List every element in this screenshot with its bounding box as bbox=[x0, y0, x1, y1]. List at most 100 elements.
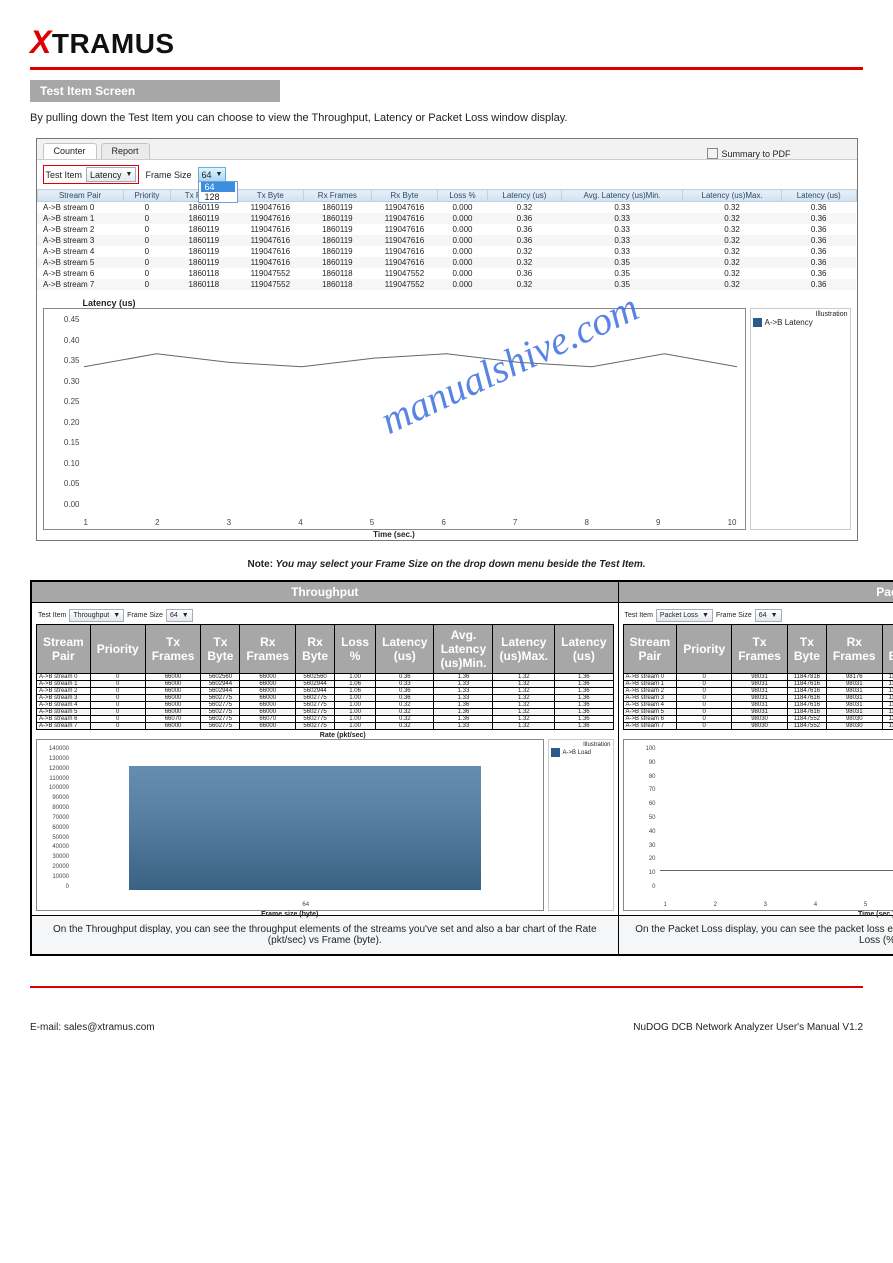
loss-series-line bbox=[660, 870, 893, 871]
column-header: Stream Pair bbox=[37, 190, 123, 202]
table-row: A->B stream 2018601191190476161860119119… bbox=[37, 224, 856, 235]
column-header: Tx Byte bbox=[237, 190, 304, 202]
column-header: Tx Byte bbox=[787, 625, 826, 674]
frame-size-select[interactable]: 64▼ bbox=[755, 609, 782, 622]
frame-size-select[interactable]: 64▼ bbox=[198, 167, 227, 182]
table-row: A->B stream 1018601191190476161860119119… bbox=[37, 213, 856, 224]
column-header: Priority bbox=[123, 190, 171, 202]
chart-legend: Illustration A->B Latency bbox=[750, 308, 851, 530]
column-header: Stream Pair bbox=[37, 625, 91, 674]
table-row: A->B stream 5098031118476169803111847514… bbox=[623, 709, 893, 716]
column-header: Latency (us) bbox=[376, 625, 434, 674]
chevron-down-icon: ▼ bbox=[216, 171, 223, 178]
table-row: A->B stream 6098030118475529803011847552… bbox=[623, 716, 893, 723]
column-header: Latency (us)Max. bbox=[493, 625, 555, 674]
latency-table: Stream PairPriorityTx FramesTx ByteRx Fr… bbox=[37, 189, 857, 290]
packet-loss-chart: 1009080706050403020100 12345678910 Time … bbox=[623, 739, 893, 911]
table-row: A->B stream 0018601191190476161860119119… bbox=[37, 202, 856, 214]
column-header: Avg. Latency (us)Min. bbox=[434, 625, 493, 674]
chart-title: Latency (us) bbox=[83, 298, 851, 308]
frame-size-select[interactable]: 64▼ bbox=[166, 609, 193, 622]
table-row: A->B stream 3098031118476169803111847616… bbox=[623, 695, 893, 702]
table-row: A->B stream 306600056027756600056027751.… bbox=[37, 695, 614, 702]
table-row: A->B stream 006600056025606600056025601.… bbox=[37, 674, 614, 681]
column-header: Loss % bbox=[438, 190, 487, 202]
table-row: A->B stream 7098030118475529803011847552… bbox=[623, 723, 893, 730]
chart-title: Rate (pkt/sec) bbox=[72, 732, 614, 739]
test-item-select[interactable]: Throughput▼ bbox=[69, 609, 124, 622]
table-row: A->B stream 506600056027756600056027751.… bbox=[37, 709, 614, 716]
table-row: A->B stream 406600056027756600056027751.… bbox=[37, 702, 614, 709]
chart-legend: Illustration A->B Load bbox=[548, 739, 614, 911]
test-item-select[interactable]: Latency▼ bbox=[86, 167, 136, 182]
column-header: Tx Frames bbox=[145, 625, 201, 674]
summary-to-pdf[interactable]: Summary to PDF bbox=[707, 148, 790, 159]
column-header: Avg. Latency (us)Min. bbox=[562, 190, 683, 202]
latency-panel: Counter Report Summary to PDF Test Item … bbox=[36, 138, 858, 541]
column-header: Loss % bbox=[335, 625, 376, 674]
throughput-table: Stream PairPriorityTx FramesTx ByteRx Fr… bbox=[36, 624, 614, 730]
test-item-highlight: Test Item Latency▼ bbox=[43, 165, 140, 184]
comparison-grid: Throughput Packet Loss Test Item Through… bbox=[30, 580, 893, 956]
tab-counter[interactable]: Counter bbox=[43, 143, 97, 159]
table-row: A->B stream 4098031118476169803111847904… bbox=[623, 702, 893, 709]
footer-email: E-mail: sales@xtramus.com bbox=[30, 1022, 155, 1033]
frame-size-note: Note: You may select your Frame Size on … bbox=[30, 559, 863, 570]
bar-64 bbox=[129, 766, 481, 890]
table-row: A->B stream 706600056027756600056027751.… bbox=[37, 723, 614, 730]
throughput-desc: On the Throughput display, you can see t… bbox=[31, 916, 618, 956]
chevron-down-icon: ▼ bbox=[126, 171, 133, 178]
column-header: Tx Byte bbox=[201, 625, 240, 674]
throughput-panel: Test Item Throughput▼ Frame Size 64▼ Str… bbox=[32, 603, 618, 915]
table-row: A->B stream 7018601181190475521860118119… bbox=[37, 279, 856, 290]
footer-rule bbox=[30, 986, 863, 988]
packet-loss-desc: On the Packet Loss display, you can see … bbox=[618, 916, 893, 956]
column-header: Rx Frames bbox=[240, 625, 296, 674]
section-desc: By pulling down the Test Item you can ch… bbox=[30, 112, 863, 124]
column-header: Rx Frames bbox=[304, 190, 372, 202]
table-row: A->B stream 206600056029446600056029441.… bbox=[37, 688, 614, 695]
table-row: A->B stream 606607056027756607056027751.… bbox=[37, 716, 614, 723]
packet-loss-panel: Test Item Packet Loss▼ Frame Size 64▼ St… bbox=[619, 603, 893, 915]
brand-logo: XTRAMUS bbox=[30, 24, 863, 61]
throughput-chart: 1400001300001200001100001000009000080000… bbox=[36, 739, 544, 911]
column-header: Stream Pair bbox=[623, 625, 677, 674]
column-header: Latency (us)Max. bbox=[683, 190, 782, 202]
table-row: A->B stream 3018601191190476161860119119… bbox=[37, 235, 856, 246]
header-rule bbox=[30, 67, 863, 70]
tab-report[interactable]: Report bbox=[101, 143, 150, 159]
column-header: Rx Byte bbox=[296, 625, 335, 674]
footer-title: NuDOG DCB Network Analyzer User's Manual… bbox=[633, 1022, 863, 1033]
table-row: A->B stream 2098031118476169803111847904… bbox=[623, 688, 893, 695]
chart-title: Packet Loss (%) bbox=[659, 732, 893, 739]
column-header: Priority bbox=[90, 625, 145, 674]
test-item-label: Test Item bbox=[46, 170, 83, 180]
column-header: Rx Byte bbox=[371, 190, 438, 202]
table-row: A->B stream 1098031118476169803111847516… bbox=[623, 681, 893, 688]
packet-loss-table: Stream PairPriorityTx FramesTx ByteRx Fr… bbox=[623, 624, 893, 730]
page-footer: E-mail: sales@xtramus.com NuDOG DCB Netw… bbox=[30, 1022, 863, 1033]
x-axis-label: Time (sec.) bbox=[373, 530, 415, 539]
tabbar: Counter Report Summary to PDF bbox=[37, 139, 857, 160]
column-header: Rx Frames bbox=[826, 625, 882, 674]
table-row: A->B stream 6018601181190475521860118119… bbox=[37, 268, 856, 279]
checkbox-icon[interactable] bbox=[707, 148, 718, 159]
latency-chart: 0.450.400.350.300.250.200.150.100.050.00… bbox=[43, 308, 746, 530]
column-header: Tx Frames bbox=[732, 625, 788, 674]
table-row: A->B stream 106600056029446600056029441.… bbox=[37, 681, 614, 688]
table-row: A->B stream 0098031118478169817611847514… bbox=[623, 674, 893, 681]
column-header: Rx Byte bbox=[882, 625, 893, 674]
col-header-throughput: Throughput bbox=[31, 581, 618, 603]
frame-size-dropdown[interactable]: 64 128 bbox=[198, 181, 238, 203]
frame-size-label: Frame Size bbox=[145, 170, 191, 180]
test-item-select[interactable]: Packet Loss▼ bbox=[656, 609, 713, 622]
column-header: Latency (us) bbox=[487, 190, 561, 202]
table-row: A->B stream 5018601191190476161860119119… bbox=[37, 257, 856, 268]
column-header: Latency (us) bbox=[555, 625, 613, 674]
legend-swatch bbox=[753, 318, 762, 327]
column-header: Priority bbox=[677, 625, 732, 674]
col-header-packet-loss: Packet Loss bbox=[618, 581, 893, 603]
section-title: Test Item Screen bbox=[30, 80, 280, 102]
column-header: Latency (us) bbox=[781, 190, 856, 202]
table-row: A->B stream 4018601191190476161860119119… bbox=[37, 246, 856, 257]
